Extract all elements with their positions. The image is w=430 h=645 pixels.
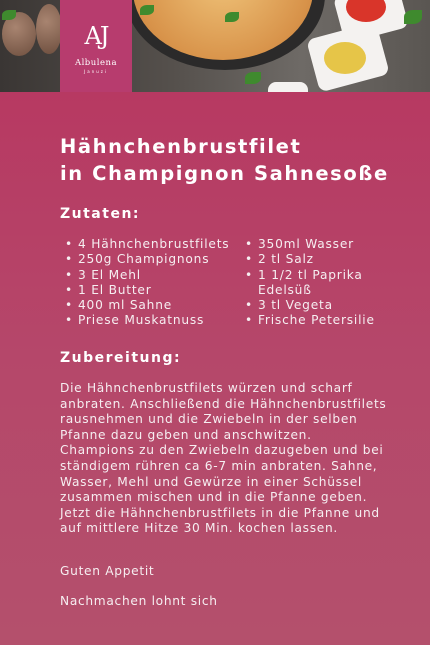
list-item: 2 tl Salz <box>245 252 385 268</box>
preparation-text: Die Hähnchenbrustfilets würzen und schar… <box>60 381 387 536</box>
logo-name: Albulena <box>74 58 118 68</box>
list-item: 250g Champignons <box>65 252 229 268</box>
title-line-1: Hähnchenbrustfilet <box>60 135 302 158</box>
list-item: Frische Petersilie <box>245 313 385 329</box>
list-item: 1 El Butter <box>65 283 229 299</box>
list-item: 4 Hähnchenbrustfilets <box>65 237 229 253</box>
list-item: 1 1/2 tl Paprika Edelsüß <box>245 268 385 299</box>
parsley-image <box>225 12 239 22</box>
parsley-image <box>140 5 154 15</box>
logo-monogram: AJ <box>84 22 110 50</box>
parsley-image <box>404 10 422 24</box>
preparation-heading: Zubereitung: <box>60 350 182 366</box>
list-item: 3 El Mehl <box>65 268 229 284</box>
parsley-image <box>245 72 261 84</box>
logo-surname: Januzi <box>84 69 108 74</box>
vegeta-image <box>324 42 366 74</box>
ingredients-list-2: 350ml Wasser 2 tl Salz 1 1/2 tl Paprika … <box>245 237 385 329</box>
closing-note: Nachmachen lohnt sich <box>60 594 218 608</box>
closing-greeting: Guten Appetit <box>60 564 155 578</box>
ingredients-heading: Zutaten: <box>60 206 141 222</box>
mushroom-image <box>36 4 62 54</box>
ingredients-list-1: 4 Hähnchenbrustfilets 250g Champignons 3… <box>65 237 229 329</box>
parsley-image <box>2 10 16 20</box>
list-item: 350ml Wasser <box>245 237 385 253</box>
bowl-image <box>268 82 308 92</box>
list-item: Priese Muskatnuss <box>65 313 229 329</box>
recipe-title: Hähnchenbrustfilet in Champignon Sahneso… <box>60 133 389 187</box>
title-line-2: in Champignon Sahnesoße <box>60 162 389 185</box>
list-item: 400 ml Sahne <box>65 298 229 314</box>
brand-logo: AJ Albulena Januzi <box>60 0 132 92</box>
list-item: 3 tl Vegeta <box>245 298 385 314</box>
